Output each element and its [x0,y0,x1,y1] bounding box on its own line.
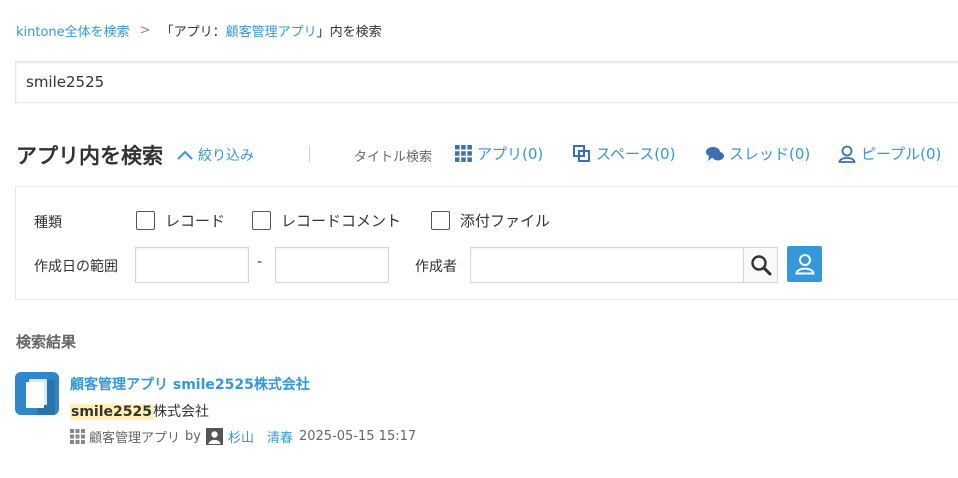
type-label: 種類 [34,215,62,231]
user-icon [794,254,815,275]
checkbox-attachment[interactable]: 添付ファイル [431,210,550,231]
user-select-button[interactable] [787,246,822,282]
creator-input[interactable] [470,247,744,283]
title-row: アプリ内を検索 絞り込み [16,140,254,170]
people-icon [838,145,856,163]
breadcrumb-prefix: 「アプリ： [160,25,226,40]
result-app-link[interactable]: 顧客管理アプリ [89,427,180,446]
creator-search-button[interactable] [743,247,778,283]
chevron-up-icon [177,150,193,160]
breadcrumb-separator: > [139,23,151,38]
result-snippet-text: 株式会社 [152,404,209,420]
tab-apps-label: アプリ(0) [477,145,544,163]
tab-threads[interactable]: スレッド(0) [706,143,810,164]
creator-label: 作成者 [415,259,457,275]
checkbox-box[interactable] [136,211,155,230]
search-input[interactable] [16,62,936,102]
tab-threads-label: スレッド(0) [729,145,811,163]
tab-people[interactable]: ピープル(0) [838,143,941,164]
result-by: by [185,429,201,444]
breadcrumb-suffix: 」内を検索 [316,25,382,40]
result-timestamp: 2025-05-15 15:17 [298,429,417,444]
checkbox-record-comment-label: レコードコメント [281,212,402,230]
breadcrumb: kintone全体を検索 > 「アプリ： 顧客管理アプリ 」内を検索 [16,21,382,40]
result-user-link[interactable]: 杉山 清春 [228,427,293,446]
filter-toggle-button[interactable]: 絞り込み [177,145,254,165]
checkbox-box[interactable] [431,211,450,230]
thread-icon [706,146,724,161]
tab-spaces[interactable]: スペース(0) [573,143,675,164]
space-icon [573,145,590,162]
search-icon [750,255,771,276]
divider [309,146,310,162]
checkbox-record[interactable]: レコード [136,210,225,231]
record-icon [15,372,59,415]
user-avatar-icon [205,428,223,445]
search-box [15,61,958,103]
page-title: アプリ内を検索 [16,144,163,168]
tab-people-label: ピープル(0) [861,145,942,163]
date-from-input[interactable] [135,247,249,283]
checkbox-record-label: レコード [165,212,226,230]
breadcrumb-root-link[interactable]: kintone全体を検索 [16,21,130,40]
filter-toggle-label: 絞り込み [198,148,254,164]
tab-apps[interactable]: アプリ(0) [455,143,543,164]
result-snippet: smile2525株式会社 [70,401,209,421]
app-grid-icon [70,429,85,444]
date-range-label: 作成日の範囲 [34,259,118,275]
breadcrumb-app-link[interactable]: 顧客管理アプリ [226,21,317,40]
tab-spaces-label: スペース(0) [596,145,676,163]
result-snippet-highlight: smile2525 [70,404,153,420]
checkbox-attachment-label: 添付ファイル [460,212,551,230]
result-title-link[interactable]: 顧客管理アプリ smile2525株式会社 [70,374,310,394]
document-icon [26,379,55,415]
results-heading: 検索結果 [16,333,77,351]
result-meta: 顧客管理アプリ by 杉山 清春 2025-05-15 15:17 [70,427,416,446]
checkbox-record-comment[interactable]: レコードコメント [252,210,401,231]
date-range-separator: - [257,254,263,270]
checkbox-box[interactable] [252,211,271,230]
date-to-input[interactable] [275,247,389,283]
grid-icon [455,145,472,162]
title-search-label: タイトル検索 [354,150,433,165]
